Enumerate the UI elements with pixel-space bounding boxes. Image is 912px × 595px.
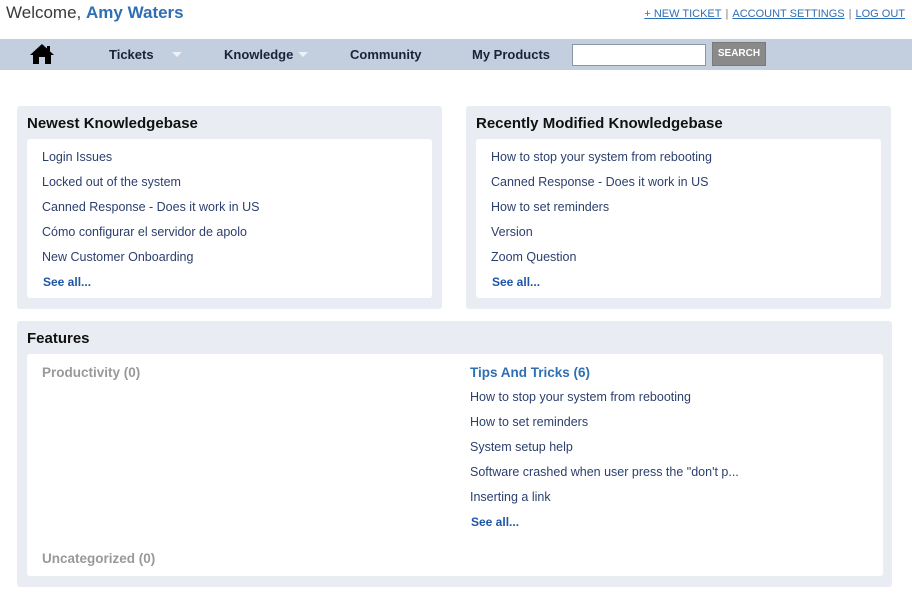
newest-see-all-link[interactable]: See all... — [43, 275, 91, 289]
list-item[interactable]: Locked out of the system — [42, 175, 259, 200]
user-name: Amy Waters — [86, 3, 184, 22]
list-item[interactable]: Canned Response - Does it work in US — [491, 175, 712, 200]
recent-list: How to stop your system from rebooting C… — [491, 150, 712, 275]
knowledge-dropdown-caret-icon[interactable] — [298, 52, 308, 57]
list-item[interactable]: Canned Response - Does it work in US — [42, 200, 259, 225]
list-item[interactable]: How to set reminders — [470, 415, 739, 440]
list-item[interactable]: How to set reminders — [491, 200, 712, 225]
search-button[interactable]: SEARCH — [712, 42, 766, 66]
newest-knowledgebase-panel: Newest Knowledgebase Login Issues Locked… — [17, 106, 442, 309]
tickets-dropdown-caret-icon[interactable] — [172, 52, 182, 57]
recent-see-all-link[interactable]: See all... — [492, 275, 540, 289]
list-item[interactable]: New Customer Onboarding — [42, 250, 259, 275]
main-nav-bar: Tickets Knowledge Community My Products … — [0, 39, 912, 70]
features-title: Features — [27, 330, 90, 347]
list-item[interactable]: Version — [491, 225, 712, 250]
list-item[interactable]: How to stop your system from rebooting — [470, 390, 739, 415]
account-links: + NEW TICKET | ACCOUNT SETTINGS | LOG OUT — [644, 8, 905, 20]
newest-knowledgebase-title: Newest Knowledgebase — [27, 115, 198, 132]
account-settings-link[interactable]: ACCOUNT SETTINGS — [732, 8, 844, 20]
newest-knowledgebase-body: Login Issues Locked out of the system Ca… — [27, 139, 432, 298]
features-panel: Features Productivity (0) Tips And Trick… — [17, 321, 892, 587]
link-separator: | — [848, 8, 852, 20]
list-item[interactable]: System setup help — [470, 440, 739, 465]
new-ticket-link[interactable]: + NEW TICKET — [644, 8, 721, 20]
list-item[interactable]: Inserting a link — [470, 490, 739, 515]
recent-knowledgebase-panel: Recently Modified Knowledgebase How to s… — [466, 106, 891, 309]
list-item[interactable]: Cómo configurar el servidor de apolo — [42, 225, 259, 250]
list-item[interactable]: Software crashed when user press the "do… — [470, 465, 739, 490]
nav-my-products[interactable]: My Products — [472, 47, 550, 62]
nav-knowledge[interactable]: Knowledge — [224, 47, 293, 62]
nav-tickets[interactable]: Tickets — [109, 47, 154, 62]
link-separator: | — [725, 8, 729, 20]
category-uncategorized: Uncategorized (0) — [42, 551, 156, 566]
tips-list: How to stop your system from rebooting H… — [470, 390, 739, 515]
tips-see-all-link[interactable]: See all... — [471, 515, 519, 529]
list-item[interactable]: Login Issues — [42, 150, 259, 175]
list-item[interactable]: Zoom Question — [491, 250, 712, 275]
features-body: Productivity (0) Tips And Tricks (6) How… — [27, 354, 883, 576]
search-input[interactable] — [572, 44, 706, 66]
log-out-link[interactable]: LOG OUT — [855, 8, 905, 20]
nav-community[interactable]: Community — [350, 47, 422, 62]
welcome-message: Welcome, Amy Waters — [6, 3, 184, 23]
home-icon[interactable] — [29, 43, 55, 65]
category-productivity: Productivity (0) — [42, 365, 141, 380]
category-tips-and-tricks[interactable]: Tips And Tricks (6) — [470, 365, 590, 380]
recent-knowledgebase-body: How to stop your system from rebooting C… — [476, 139, 881, 298]
list-item[interactable]: How to stop your system from rebooting — [491, 150, 712, 175]
welcome-prefix: Welcome, — [6, 3, 82, 22]
newest-list: Login Issues Locked out of the system Ca… — [42, 150, 259, 275]
recent-knowledgebase-title: Recently Modified Knowledgebase — [476, 115, 723, 132]
